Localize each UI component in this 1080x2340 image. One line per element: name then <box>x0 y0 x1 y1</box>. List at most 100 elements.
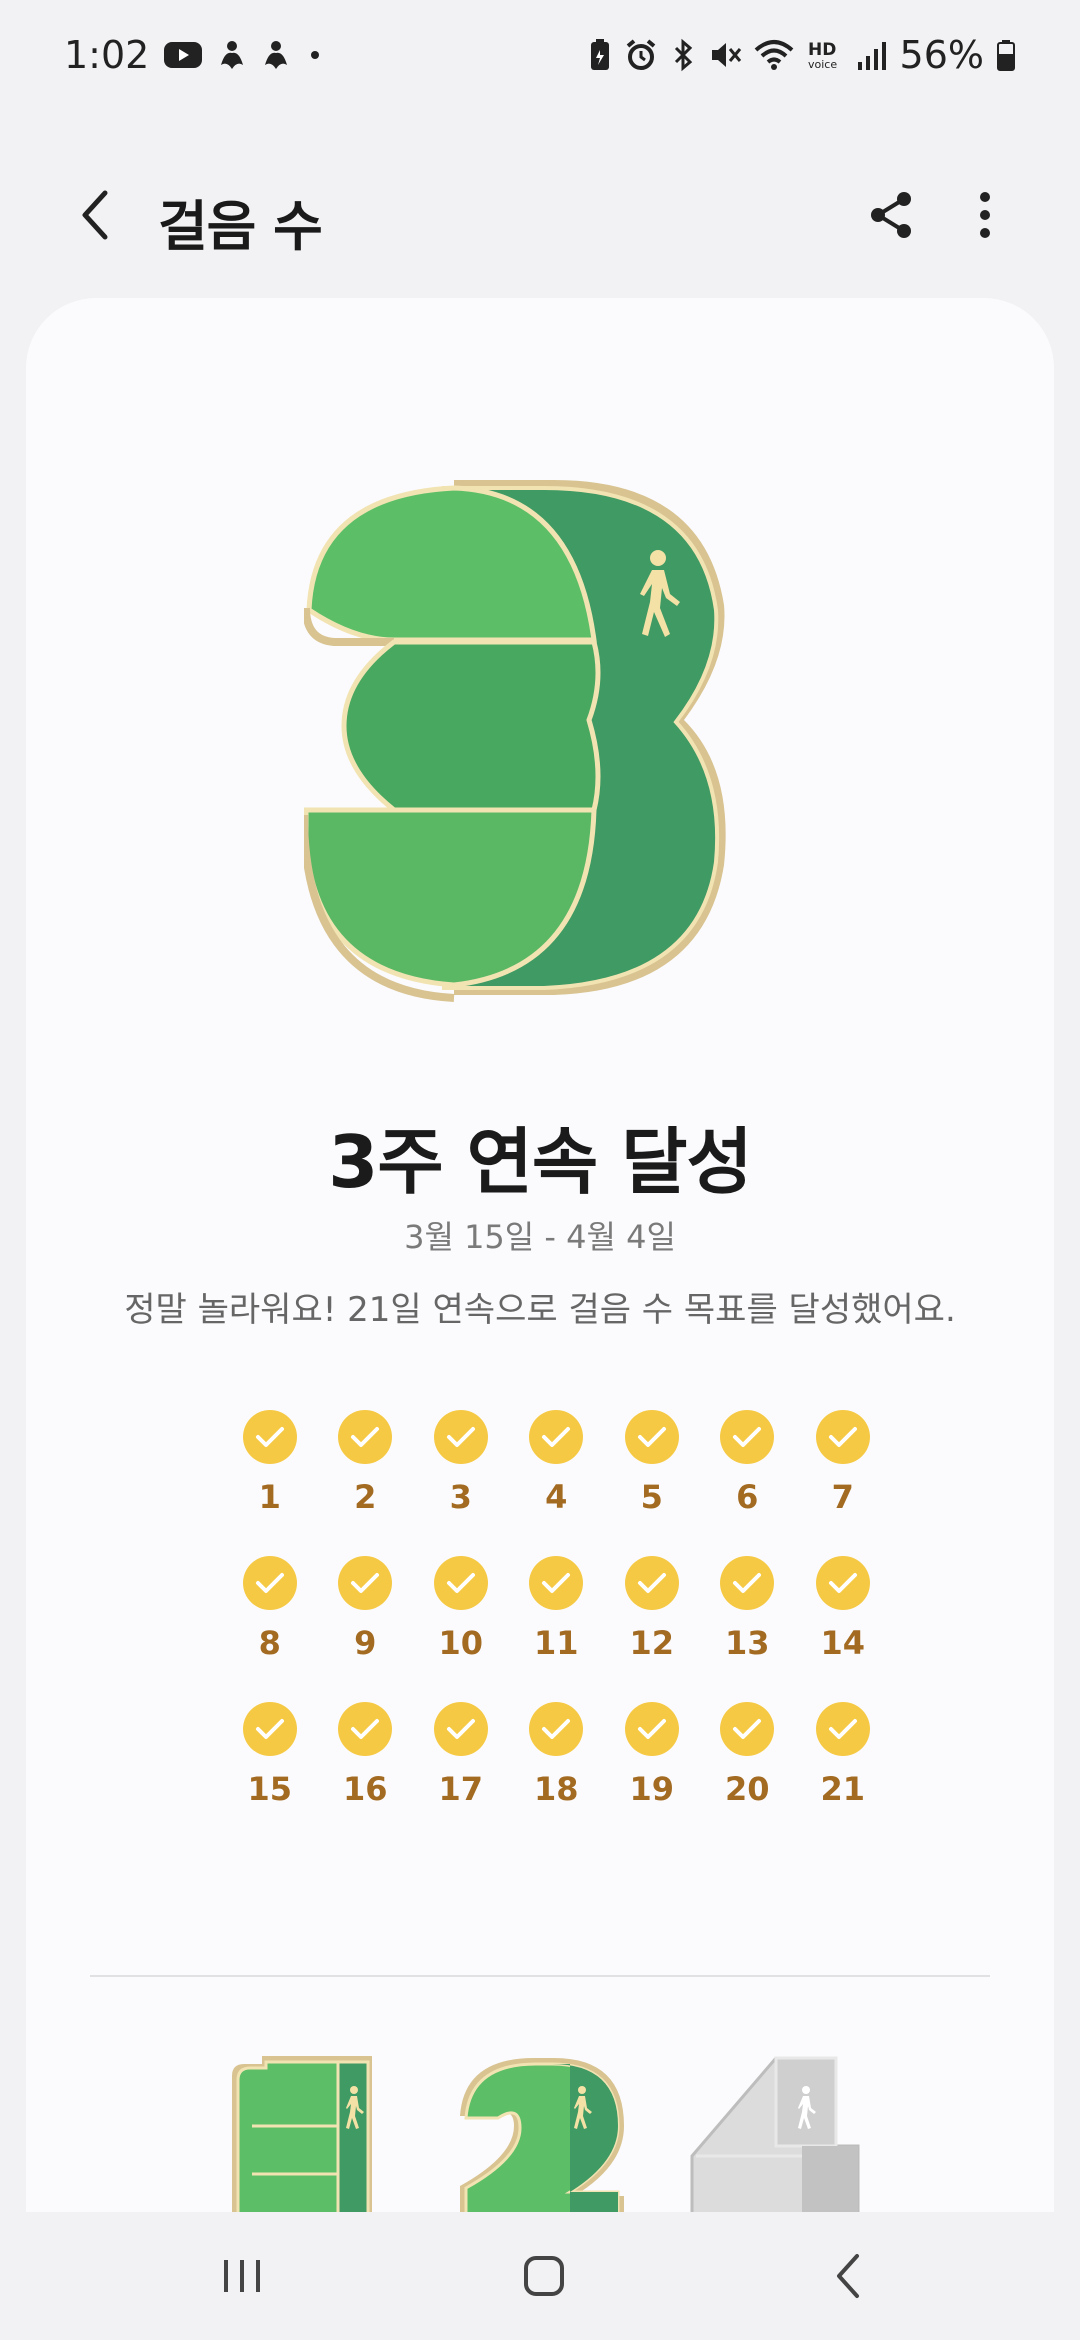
back-chevron-icon <box>82 190 108 240</box>
check-icon <box>720 1556 775 1610</box>
check-icon <box>720 1410 775 1464</box>
samsung-health-icon <box>217 39 247 71</box>
day-number: 2 <box>354 1478 377 1516</box>
home-icon <box>524 2256 564 2296</box>
day-number: 15 <box>247 1770 293 1808</box>
check-icon <box>338 1702 393 1756</box>
check-icon <box>529 1556 584 1610</box>
page-title: 걸음 수 <box>158 195 323 258</box>
day-item: 11 <box>509 1556 605 1662</box>
day-item: 4 <box>509 1410 605 1516</box>
day-item: 9 <box>318 1556 414 1662</box>
day-number: 11 <box>533 1624 579 1662</box>
day-number: 9 <box>354 1624 377 1662</box>
wifi-icon <box>754 38 794 72</box>
day-item: 17 <box>413 1702 509 1808</box>
check-icon <box>242 1702 297 1756</box>
day-number: 7 <box>831 1478 854 1516</box>
check-icon <box>433 1410 488 1464</box>
check-icon <box>815 1702 870 1756</box>
check-icon <box>433 1702 488 1756</box>
achievement-card: 3주 연속 달성 3월 15일 - 4월 4일 정말 놀라워요! 21일 연속으… <box>26 298 1054 2212</box>
day-number: 21 <box>820 1770 866 1808</box>
check-icon <box>242 1410 297 1464</box>
day-item: 7 <box>795 1410 891 1516</box>
back-icon <box>837 2254 859 2298</box>
more-options-button[interactable] <box>950 180 1020 250</box>
day-item: 19 <box>604 1702 700 1808</box>
battery-percent: 56% <box>899 33 984 77</box>
day-number: 5 <box>640 1478 663 1516</box>
check-icon <box>433 1556 488 1610</box>
day-item: 13 <box>700 1556 796 1662</box>
battery-saver-icon <box>588 38 612 72</box>
signal-icon <box>856 38 888 72</box>
streak-1-badge-icon[interactable] <box>222 2056 402 2212</box>
bluetooth-icon <box>670 38 696 72</box>
day-item: 5 <box>604 1410 700 1516</box>
day-number: 19 <box>629 1770 675 1808</box>
status-bar: 1:02 HD voice 56% <box>0 0 1080 110</box>
day-item: 21 <box>795 1702 891 1808</box>
nav-back-button[interactable] <box>808 2236 888 2316</box>
day-number: 20 <box>724 1770 770 1808</box>
more-vertical-icon <box>980 192 990 238</box>
check-icon <box>624 1702 679 1756</box>
streak-4-badge-locked-icon[interactable] <box>686 2056 866 2212</box>
share-button[interactable] <box>856 180 926 250</box>
day-item: 12 <box>604 1556 700 1662</box>
check-icon <box>338 1556 393 1610</box>
day-item: 8 <box>222 1556 318 1662</box>
streak-2-badge-icon[interactable] <box>454 2056 634 2212</box>
day-number: 4 <box>545 1478 568 1516</box>
streak-3-badge-icon <box>300 470 794 1010</box>
achievement-message: 정말 놀라워요! 21일 연속으로 걸음 수 목표를 달성했어요. <box>124 1290 956 1330</box>
recents-button[interactable] <box>202 2236 282 2316</box>
day-item: 18 <box>509 1702 605 1808</box>
day-item: 6 <box>700 1410 796 1516</box>
day-item: 3 <box>413 1410 509 1516</box>
day-number: 18 <box>533 1770 579 1808</box>
back-button[interactable] <box>60 180 130 250</box>
check-icon <box>624 1556 679 1610</box>
status-left: 1:02 <box>64 33 325 77</box>
svg-text:HD: HD <box>808 40 836 60</box>
check-icon <box>720 1702 775 1756</box>
status-right: HD voice 56% <box>588 33 1016 77</box>
day-number: 8 <box>258 1624 281 1662</box>
battery-icon <box>996 38 1016 72</box>
day-item: 2 <box>318 1410 414 1516</box>
day-item: 20 <box>700 1702 796 1808</box>
check-icon <box>242 1556 297 1610</box>
navigation-bar <box>0 2212 1080 2340</box>
check-icon <box>624 1410 679 1464</box>
day-number: 13 <box>724 1624 770 1662</box>
check-icon <box>815 1410 870 1464</box>
day-item: 15 <box>222 1702 318 1808</box>
check-icon <box>529 1410 584 1464</box>
day-number: 14 <box>820 1624 866 1662</box>
check-icon <box>529 1702 584 1756</box>
day-number: 1 <box>258 1478 281 1516</box>
day-number: 12 <box>629 1624 675 1662</box>
day-item: 10 <box>413 1556 509 1662</box>
day-number: 6 <box>736 1478 759 1516</box>
day-item: 16 <box>318 1702 414 1808</box>
youtube-icon <box>163 39 203 71</box>
samsung-health-icon <box>261 39 291 71</box>
divider <box>90 1975 990 1977</box>
share-icon <box>871 192 911 238</box>
home-button[interactable] <box>504 2236 584 2316</box>
day-number: 10 <box>438 1624 484 1662</box>
dot-icon <box>305 39 325 71</box>
day-number: 17 <box>438 1770 484 1808</box>
clock: 1:02 <box>64 33 150 77</box>
day-number: 16 <box>342 1770 388 1808</box>
recents-icon <box>224 2260 260 2292</box>
day-item: 1 <box>222 1410 318 1516</box>
day-number: 3 <box>449 1478 472 1516</box>
alarm-icon <box>624 38 658 72</box>
achievement-title: 3주 연속 달성 <box>328 1120 752 1204</box>
app-bar: 걸음 수 <box>0 160 1080 270</box>
mute-icon <box>708 38 742 72</box>
